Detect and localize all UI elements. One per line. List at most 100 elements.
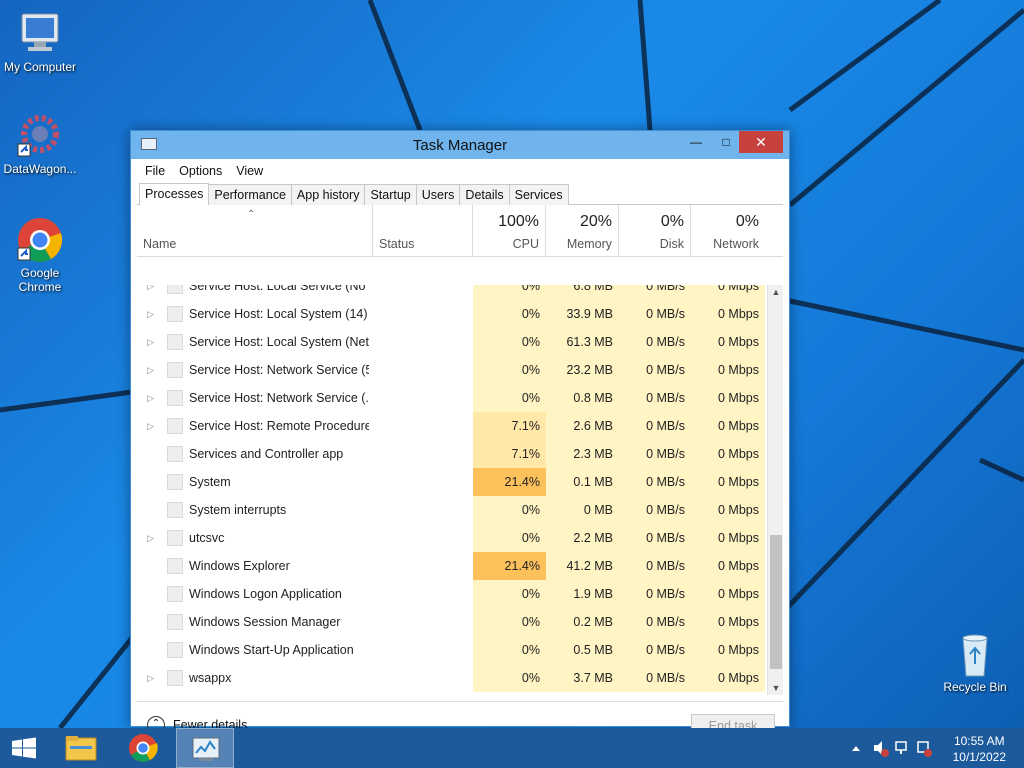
process-memory: 0.1 MB [546, 468, 619, 496]
process-row[interactable]: ▷ Service Host: Network Service (... 0% 0.8… [137, 384, 767, 412]
expand-icon[interactable]: ▷ [147, 664, 154, 692]
tab-performance[interactable]: Performance [208, 184, 292, 205]
expand-icon[interactable]: ▷ [147, 384, 154, 412]
process-row[interactable]: ▷ utcsvc 0% 2.2 MB 0 MB/s 0 Mbps [137, 524, 767, 552]
expand-icon[interactable]: ▷ [147, 524, 154, 552]
tab-details[interactable]: Details [459, 184, 510, 205]
process-row[interactable]: ▷ Service Host: Remote Procedure... 7.1% 2.… [137, 412, 767, 440]
process-disk: 0 MB/s [619, 496, 691, 524]
end-task-button[interactable]: End task [691, 714, 775, 728]
process-network: 0 Mbps [691, 664, 765, 692]
desktop-icon-chrome[interactable]: Google Chrome [0, 216, 80, 294]
process-icon [167, 586, 183, 602]
process-cpu: 0% [473, 608, 546, 636]
tab-startup[interactable]: Startup [364, 184, 417, 205]
process-row[interactable]: System 21.4% 0.1 MB 0 MB/s 0 Mbps [137, 468, 767, 496]
tab-users[interactable]: Users [415, 184, 461, 205]
scroll-up-icon[interactable]: ▲ [768, 287, 784, 297]
process-row[interactable]: Windows Start-Up Application 0% 0.5 MB 0 MB… [137, 636, 767, 664]
scrollbar-thumb[interactable] [770, 535, 782, 669]
task-manager-icon [192, 737, 220, 761]
start-icon [12, 737, 36, 759]
network-icon[interactable] [895, 741, 907, 754]
clock-time: 10:55 AM [953, 734, 1005, 748]
sort-up-icon: ⌃ [247, 209, 256, 220]
desktop-icon-label: Recycle Bin [943, 680, 1007, 694]
process-cpu: 21.4% [473, 552, 546, 580]
process-row[interactable]: Windows Explorer 21.4% 41.2 MB 0 MB/s 0 Mbps [137, 552, 767, 580]
process-cpu: 7.1% [473, 412, 546, 440]
clock[interactable]: 10:55 AM 10/1/2022 [953, 733, 1006, 765]
title-bar[interactable]: Task Manager — □ ✕ [131, 131, 789, 159]
process-network: 0 Mbps [691, 412, 765, 440]
process-row[interactable]: ▷ Service Host: Local System (14) 0% 33.9 M… [137, 300, 767, 328]
desktop-icon-my-computer[interactable]: My Computer [0, 10, 80, 74]
process-cpu: 0% [473, 496, 546, 524]
process-row[interactable]: System interrupts 0% 0 MB 0 MB/s 0 Mbps [137, 496, 767, 524]
chevron-up-icon: ⌃ [147, 716, 165, 728]
menu-view[interactable]: View [236, 164, 263, 178]
minimize-button[interactable]: — [681, 131, 711, 153]
tab-services[interactable]: Services [508, 184, 569, 205]
process-network: 0 Mbps [691, 468, 765, 496]
tab-processes[interactable]: Processes [139, 183, 210, 205]
process-disk: 0 MB/s [619, 300, 691, 328]
process-disk: 0 MB/s [619, 468, 691, 496]
process-row[interactable]: ▷ Service Host: Local System (Net... 0% 61.… [137, 328, 767, 356]
process-row[interactable]: ▷ wsappx 0% 3.7 MB 0 MB/s 0 Mbps [137, 664, 767, 692]
file-explorer-icon [65, 736, 97, 761]
process-network: 0 Mbps [691, 285, 765, 300]
taskbar-file-explorer[interactable] [52, 728, 110, 768]
process-cpu: 0% [473, 300, 546, 328]
expand-icon[interactable]: ▷ [147, 328, 154, 356]
process-name: Service Host: Local Service (No ... [189, 285, 369, 293]
expand-icon[interactable]: ▷ [147, 285, 154, 300]
process-icon [167, 285, 183, 294]
desktop-icon-datawagon[interactable]: DataWagon... [0, 112, 80, 176]
scroll-down-icon[interactable]: ▼ [768, 683, 784, 693]
tab-app-history[interactable]: App history [290, 184, 366, 205]
process-row[interactable]: ▷ Service Host: Local Service (No ... 0% 6.… [137, 285, 767, 300]
taskbar-chrome[interactable] [114, 728, 172, 768]
process-memory: 33.9 MB [546, 300, 619, 328]
process-row[interactable]: Windows Session Manager 0% 0.2 MB 0 MB/s 0 M… [137, 608, 767, 636]
chrome-icon [16, 216, 64, 264]
action-center-icon[interactable] [917, 741, 932, 757]
process-disk: 0 MB/s [619, 636, 691, 664]
process-name: System interrupts [189, 503, 287, 517]
expand-icon[interactable]: ▷ [147, 300, 154, 328]
process-memory: 2.6 MB [546, 412, 619, 440]
speaker-muted-icon[interactable] [874, 741, 889, 757]
process-icon [167, 362, 183, 378]
column-memory[interactable]: 20% Memory [546, 205, 619, 257]
process-row[interactable]: Windows Logon Application 0% 1.9 MB 0 MB/s 0… [137, 580, 767, 608]
desktop-icon-label: DataWagon... [3, 162, 77, 176]
close-button[interactable]: ✕ [739, 131, 783, 153]
expand-icon[interactable]: ▷ [147, 412, 154, 440]
process-row[interactable]: ▷ Service Host: Network Service (5) 0% 23.2… [137, 356, 767, 384]
taskbar-task-manager[interactable] [176, 728, 234, 768]
column-cpu[interactable]: 100% CPU [473, 205, 546, 257]
menu-file[interactable]: File [145, 164, 165, 178]
process-row[interactable]: Services and Controller app 7.1% 2.3 MB 0 M… [137, 440, 767, 468]
process-icon [167, 558, 183, 574]
desktop-icon-recycle-bin[interactable]: Recycle Bin [935, 630, 1015, 694]
task-manager-window: Task Manager — □ ✕ File Options View Pro… [130, 130, 790, 728]
maximize-button[interactable]: □ [711, 131, 741, 153]
column-disk[interactable]: 0% Disk [619, 205, 691, 257]
process-network: 0 Mbps [691, 300, 765, 328]
expand-icon[interactable]: ▷ [147, 356, 154, 384]
column-status[interactable]: Status [373, 205, 473, 257]
start-button[interactable] [0, 728, 58, 768]
process-disk: 0 MB/s [619, 328, 691, 356]
column-network[interactable]: 0% Network [691, 205, 765, 257]
process-cpu: 0% [473, 664, 546, 692]
column-name[interactable]: ⌃ Name [137, 205, 373, 257]
chevron-up-icon[interactable] [852, 746, 860, 751]
vertical-scrollbar[interactable]: ▲ ▼ [767, 285, 783, 695]
process-name: Windows Start-Up Application [189, 643, 354, 657]
fewer-details-button[interactable]: ⌃ Fewer details [147, 716, 247, 728]
process-network: 0 Mbps [691, 552, 765, 580]
process-memory: 2.2 MB [546, 524, 619, 552]
menu-options[interactable]: Options [179, 164, 222, 178]
